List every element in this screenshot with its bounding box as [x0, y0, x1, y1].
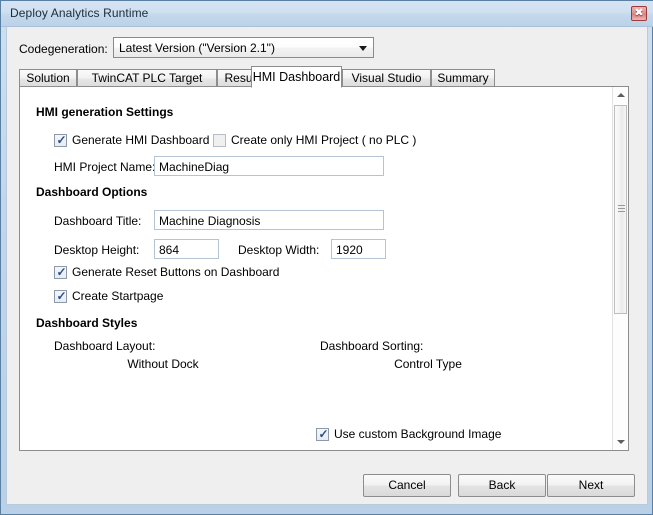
codegeneration-label: Codegeneration:	[19, 42, 108, 56]
hmi-project-name-label: HMI Project Name:	[54, 160, 156, 174]
tab-strip: Solution TwinCAT PLC Target Results HMI …	[19, 66, 629, 88]
generate-reset-buttons-label: Generate Reset Buttons on Dashboard	[72, 265, 280, 279]
dashboard-options-heading: Dashboard Options	[36, 185, 148, 199]
scrollbar-grip-icon	[618, 205, 625, 212]
checkbox-box: ✓	[316, 427, 329, 441]
tab-hmi-dashboard[interactable]: HMI Dashboard	[251, 66, 342, 88]
dashboard-styles-heading: Dashboard Styles	[36, 316, 138, 330]
create-startpage-label: Create Startpage	[72, 289, 164, 303]
next-button[interactable]: Next	[547, 474, 635, 497]
close-icon[interactable]: ✖	[631, 6, 647, 21]
checkbox-box: ✓	[54, 289, 67, 303]
close-icon-glyph: ✖	[634, 7, 644, 19]
triangle-up-glyph	[617, 93, 625, 97]
triangle-down-glyph	[617, 440, 625, 444]
tab-solution[interactable]: Solution	[19, 69, 77, 87]
hmi-generation-settings-heading: HMI generation Settings	[36, 105, 174, 119]
scroll-up-arrow-icon[interactable]	[613, 87, 628, 103]
checkbox-box: ✓	[54, 265, 67, 279]
checkbox-box	[213, 134, 226, 147]
use-custom-background-image-label: Use custom Background Image	[334, 427, 502, 441]
create-only-hmi-project-label: Create only HMI Project ( no PLC )	[231, 133, 417, 147]
generate-hmi-dashboard-label: Generate HMI Dashboard	[72, 133, 210, 147]
dashboard-layout-label: Dashboard Layout:	[54, 339, 156, 353]
check-icon: ✓	[56, 133, 67, 147]
window-title: Deploy Analytics Runtime	[10, 6, 149, 20]
desktop-width-label: Desktop Width:	[238, 243, 320, 257]
tab-visual-studio[interactable]: Visual Studio	[342, 69, 431, 87]
checkbox-box: ✓	[54, 133, 67, 147]
tab-content-panel: HMI generation Settings ✓ Generate HMI D…	[19, 86, 629, 451]
chevron-down-icon	[359, 46, 367, 51]
vertical-scrollbar[interactable]	[612, 87, 628, 450]
tab-summary[interactable]: Summary	[431, 69, 495, 87]
tab-twincat-plc-target[interactable]: TwinCAT PLC Target	[77, 69, 217, 87]
codegeneration-value: Latest Version ("Version 2.1")	[119, 41, 275, 55]
desktop-width-value: 1920	[336, 243, 363, 257]
codegeneration-dropdown[interactable]: Latest Version ("Version 2.1")	[113, 37, 374, 58]
dashboard-title-input[interactable]: Machine Diagnosis	[154, 210, 384, 230]
desktop-height-value: 864	[159, 243, 180, 257]
desktop-height-label: Desktop Height:	[54, 243, 140, 257]
scrollbar-thumb[interactable]	[614, 105, 627, 314]
dashboard-sorting-label: Dashboard Sorting:	[320, 339, 424, 353]
cancel-button[interactable]: Cancel	[363, 474, 451, 497]
dialog-window: Deploy Analytics Runtime ✖ Codegeneratio…	[0, 0, 653, 515]
hmi-project-name-input[interactable]: MachineDiag	[154, 156, 384, 176]
check-icon: ✓	[318, 427, 329, 441]
dashboard-title-label: Dashboard Title:	[54, 214, 142, 228]
scroll-down-arrow-icon[interactable]	[613, 434, 628, 450]
back-button[interactable]: Back	[458, 474, 546, 497]
dashboard-sorting-selected: Control Type	[394, 357, 462, 371]
desktop-height-input[interactable]: 864	[154, 239, 219, 259]
title-bar[interactable]: Deploy Analytics Runtime ✖	[1, 1, 653, 27]
check-icon: ✓	[56, 265, 67, 279]
hmi-project-name-value: MachineDiag	[159, 160, 230, 174]
check-icon: ✓	[56, 289, 67, 303]
dashboard-title-value: Machine Diagnosis	[159, 214, 261, 228]
dashboard-layout-selected: Without Dock	[127, 357, 199, 371]
desktop-width-input[interactable]: 1920	[331, 239, 386, 259]
